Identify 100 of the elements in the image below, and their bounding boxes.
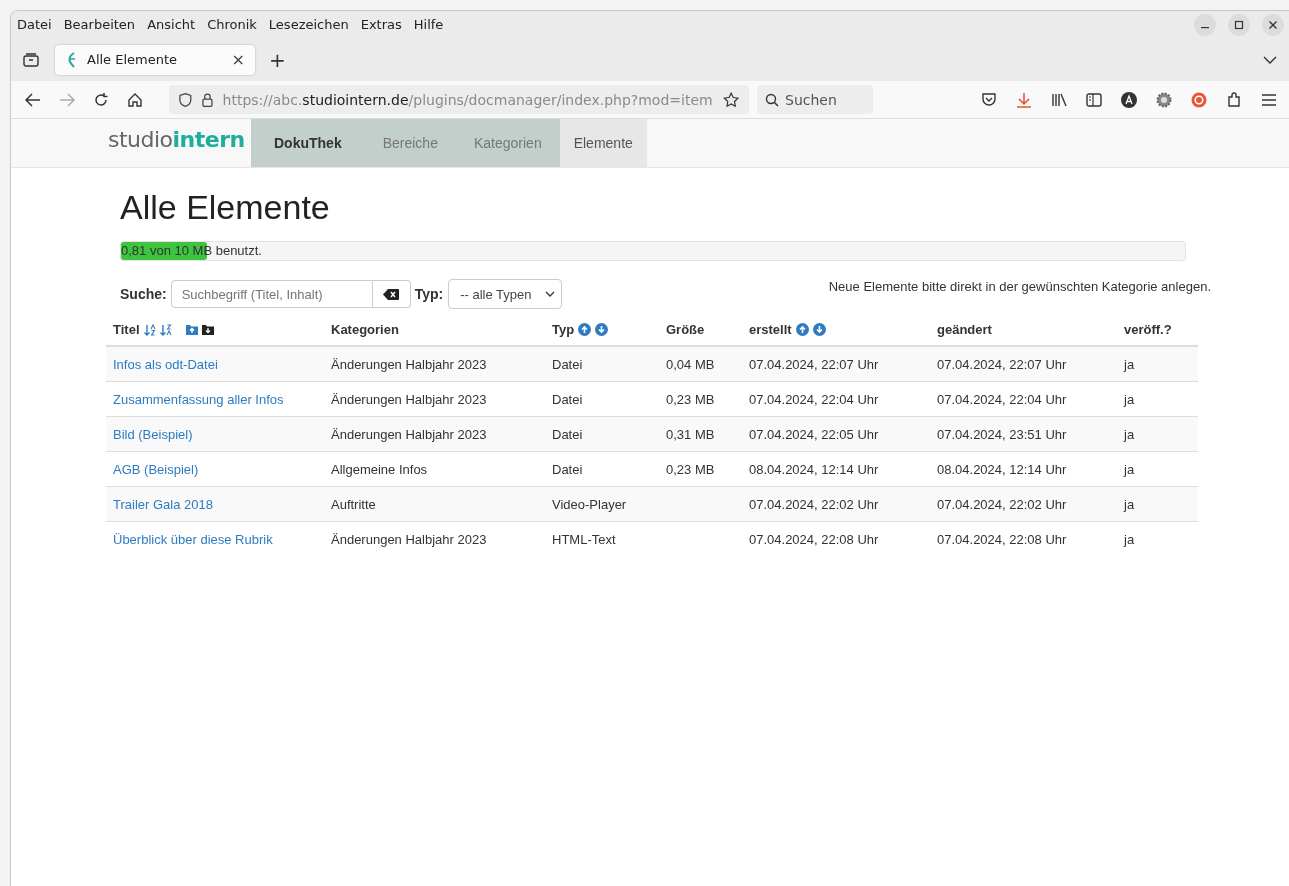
table-cell: ja [1124, 496, 1135, 512]
reload-icon[interactable] [93, 91, 109, 108]
table-cell: 07.04.2024, 22:08 Uhr [937, 531, 1067, 547]
column-header: Kategorien [331, 322, 399, 337]
table-cell: Auftritte [331, 496, 376, 512]
table-cell: Datei [552, 391, 583, 407]
folder-up-icon[interactable] [185, 324, 198, 335]
table-cell: 07.04.2024, 22:07 Uhr [749, 356, 879, 372]
table-cell: ja [1124, 426, 1135, 442]
column-header: Typ [552, 322, 575, 337]
folder-down-icon[interactable] [201, 324, 214, 335]
column-header: erstellt [749, 322, 792, 337]
column-header: veröff.? [1124, 322, 1172, 337]
table-cell: 08.04.2024, 12:14 Uhr [937, 461, 1067, 477]
tab-list-icon[interactable] [23, 52, 39, 67]
download-icon[interactable] [1016, 91, 1032, 108]
menu-item[interactable]: Chronik [207, 17, 257, 32]
home-icon[interactable] [127, 91, 143, 108]
chevron-down-icon [545, 291, 556, 297]
logo[interactable]: studiointern [108, 119, 251, 167]
table-cell: 07.04.2024, 22:02 Uhr [937, 496, 1067, 512]
table-cell: 08.04.2024, 12:14 Uhr [749, 461, 879, 477]
type-dropdown[interactable]: -- alle Typen [448, 279, 563, 309]
table-cell: ja [1124, 531, 1135, 547]
address-bar[interactable]: https://abc.studiointern.de/plugins/docmanager/index.php?mod=item [169, 85, 749, 114]
menu-item[interactable]: Extras [360, 17, 402, 32]
gear-icon[interactable] [1156, 91, 1172, 108]
browser-search-field[interactable]: Suchen [757, 85, 873, 114]
table-cell: 0,04 MB [666, 356, 715, 372]
maximize-icon[interactable] [1228, 13, 1250, 36]
table-cell: 07.04.2024, 22:08 Uhr [749, 531, 879, 547]
table-cell: Video-Player [552, 496, 627, 512]
item-link[interactable]: Zusammenfassung aller Infos [113, 391, 284, 407]
menu-icon[interactable] [1261, 92, 1277, 107]
tab-title: Alle Elemente [87, 52, 179, 67]
table-cell: Änderungen Halbjahr 2023 [331, 531, 487, 547]
table-cell: Änderungen Halbjahr 2023 [331, 356, 487, 372]
sort-descending-icon[interactable] [159, 323, 172, 336]
table-cell: ja [1124, 356, 1135, 372]
search-icon [765, 92, 779, 107]
table-cell: Datei [552, 426, 583, 442]
clear-button[interactable] [372, 280, 411, 308]
tab-close-button[interactable]: × [231, 50, 245, 69]
table-cell: 07.04.2024, 23:51 Uhr [937, 426, 1067, 442]
sidebar-icon[interactable] [1086, 92, 1102, 107]
library-icon[interactable] [1051, 92, 1067, 107]
item-link[interactable]: Infos als odt-Datei [113, 356, 218, 372]
item-link[interactable]: Trailer Gala 2018 [113, 496, 213, 512]
sort-up-icon[interactable] [795, 323, 809, 336]
search-label: Suche: [120, 286, 167, 302]
close-icon[interactable] [1262, 13, 1284, 36]
search-field[interactable]: Suchbegriff (Titel, Inhalt) [170, 280, 373, 308]
backspace-icon [383, 288, 400, 300]
chevron-down-icon[interactable] [1263, 55, 1277, 64]
column-header: geändert [937, 322, 992, 337]
pocket-icon[interactable] [981, 92, 997, 107]
sort-down-icon[interactable] [595, 323, 609, 336]
new-tab-button[interactable]: + [269, 47, 286, 72]
nav-tab[interactable]: Elemente [559, 119, 647, 167]
menu-item[interactable]: Hilfe [413, 17, 444, 32]
menu-item[interactable]: Lesezeichen [268, 17, 349, 32]
column-header: Größe [666, 322, 705, 337]
page-heading: Alle Elemente [120, 188, 331, 227]
menu-item[interactable]: Bearbeiten [63, 17, 136, 32]
table-cell: 07.04.2024, 22:05 Uhr [749, 426, 879, 442]
table-cell: ja [1124, 461, 1135, 477]
sort-down-icon[interactable] [812, 323, 826, 336]
table-cell: 07.04.2024, 22:04 Uhr [937, 391, 1067, 407]
hint-text: Neue Elemente bitte direkt in der gewünschten Kategorie anlegen. [828, 279, 1211, 294]
table-cell: Datei [552, 461, 583, 477]
menu-item[interactable]: Datei [17, 17, 52, 32]
item-link[interactable]: Bild (Beispiel) [113, 426, 193, 442]
item-link[interactable]: AGB (Beispiel) [113, 461, 199, 477]
table-cell: Änderungen Halbjahr 2023 [331, 426, 487, 442]
nav-tab[interactable]: DokuThek [251, 119, 365, 167]
bookmark-star-icon[interactable] [722, 90, 739, 109]
type-label: Typ: [414, 286, 444, 302]
table-cell: 07.04.2024, 22:07 Uhr [937, 356, 1067, 372]
item-link[interactable]: Überblick über diese Rubrik [113, 531, 273, 547]
back-icon[interactable] [25, 92, 41, 107]
table-cell: 07.04.2024, 22:04 Uhr [749, 391, 879, 407]
table-cell: Änderungen Halbjahr 2023 [331, 391, 487, 407]
url-text: https://abc.studiointern.de/plugins/docmanager/index.php?mod=item [222, 91, 713, 108]
browser-tab[interactable]: Alle Elemente × [55, 44, 255, 75]
table-cell: 0,23 MB [666, 391, 715, 407]
table-cell: Datei [552, 356, 583, 372]
lock-icon [201, 91, 213, 108]
table-cell: 07.04.2024, 22:02 Uhr [749, 496, 879, 512]
extension-icon[interactable] [1191, 91, 1207, 108]
sort-up-icon[interactable] [578, 323, 592, 336]
table-cell: 0,31 MB [666, 426, 715, 442]
account-icon[interactable] [1121, 91, 1137, 108]
column-header: Titel [113, 322, 140, 337]
sort-ascending-icon[interactable] [143, 323, 156, 336]
table-cell: ja [1124, 391, 1135, 407]
menu-item[interactable]: Ansicht [147, 17, 196, 32]
shield-icon [179, 91, 192, 108]
table-cell: HTML-Text [552, 531, 616, 547]
table-cell: 0,23 MB [666, 461, 715, 477]
table-cell: Allgemeine Infos [331, 461, 428, 477]
